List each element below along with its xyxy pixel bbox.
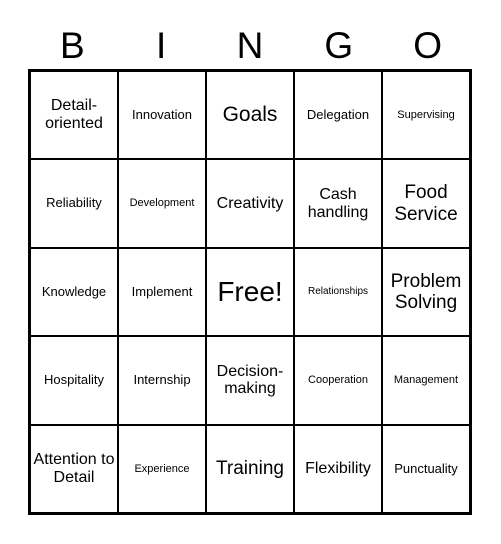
bingo-cell[interactable]: Internship xyxy=(119,337,207,424)
bingo-cell[interactable]: Cooperation xyxy=(295,337,383,424)
bingo-row: Hospitality Internship Decision-making C… xyxy=(31,337,469,426)
bingo-cell[interactable]: Experience xyxy=(119,425,207,513)
bingo-cell[interactable]: Training xyxy=(207,425,295,513)
header-letter-o: O xyxy=(413,24,442,66)
bingo-cell[interactable]: Decision-making xyxy=(207,337,295,424)
bingo-cell[interactable]: Creativity xyxy=(207,160,295,247)
bingo-cell[interactable]: Delegation xyxy=(295,72,383,159)
bingo-cell[interactable]: Detail-oriented xyxy=(31,72,119,159)
bingo-cell[interactable]: Attention to Detail xyxy=(31,425,119,513)
bingo-cell[interactable]: Implement xyxy=(119,248,207,336)
bingo-card: B I N G O Detail-oriented Innovation Goa… xyxy=(0,0,501,544)
bingo-cell[interactable]: Supervising xyxy=(383,72,469,158)
bingo-cell[interactable]: Food Service xyxy=(383,160,469,246)
bingo-grid: Detail-oriented Innovation Goals Delegat… xyxy=(28,69,472,515)
header-letter-n: N xyxy=(236,24,264,66)
bingo-row: Attention to Detail Experience Training … xyxy=(31,425,469,513)
bingo-row: Detail-oriented Innovation Goals Delegat… xyxy=(31,72,469,161)
bingo-cell[interactable]: Punctuality xyxy=(383,426,469,512)
header-letter-i: I xyxy=(156,24,167,66)
bingo-cell[interactable]: Cash handling xyxy=(295,160,383,247)
bingo-cell[interactable]: Goals xyxy=(207,72,295,159)
bingo-header: B I N G O xyxy=(28,22,472,68)
bingo-cell[interactable]: Innovation xyxy=(119,72,207,159)
bingo-cell[interactable]: Hospitality xyxy=(31,337,119,424)
bingo-cell[interactable]: Reliability xyxy=(31,160,119,247)
bingo-cell[interactable]: Development xyxy=(119,160,207,247)
bingo-cell[interactable]: Problem Solving xyxy=(383,249,469,335)
bingo-cell[interactable]: Relationships xyxy=(295,248,383,336)
bingo-cell[interactable]: Knowledge xyxy=(31,248,119,336)
bingo-row: Knowledge Implement Free! Relationships … xyxy=(31,248,469,338)
bingo-cell[interactable]: Management xyxy=(383,337,469,423)
header-letter-b: B xyxy=(60,24,85,66)
bingo-cell[interactable]: Flexibility xyxy=(295,425,383,513)
bingo-cell-free-space[interactable]: Free! xyxy=(207,248,295,336)
header-letter-g: G xyxy=(324,24,354,66)
bingo-row: Reliability Development Creativity Cash … xyxy=(31,160,469,249)
